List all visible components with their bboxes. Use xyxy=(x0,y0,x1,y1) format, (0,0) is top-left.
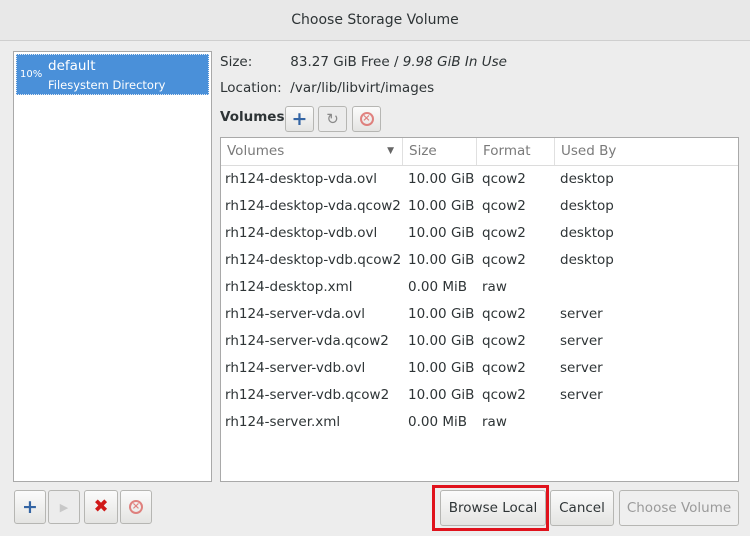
volume-used-by-cell: desktop xyxy=(560,225,614,241)
storage-pool-list[interactable]: 10% default Filesystem Directory xyxy=(13,51,212,482)
volume-size-cell: 10.00 GiB xyxy=(408,225,475,241)
volume-format-cell: qcow2 xyxy=(482,387,526,403)
table-row[interactable]: rh124-server-vdb.ovl 10.00 GiB qcow2 server xyxy=(221,355,738,382)
volume-size-cell: 0.00 MiB xyxy=(408,279,468,295)
volume-used-by-cell: server xyxy=(560,360,603,376)
volume-used-by-cell: desktop xyxy=(560,198,614,214)
delete-pool-button[interactable]: ✖ xyxy=(84,490,118,524)
table-row[interactable]: rh124-server.xml 0.00 MiB raw xyxy=(221,409,738,436)
table-row[interactable]: rh124-desktop-vda.qcow2 10.00 GiB qcow2 des… xyxy=(221,193,738,220)
refresh-volumes-button[interactable]: ↻ xyxy=(318,106,347,132)
location-value: /var/lib/libvirt/images xyxy=(290,80,435,96)
start-pool-button[interactable]: ▶ xyxy=(48,490,80,524)
table-row[interactable]: rh124-desktop-vdb.qcow2 10.00 GiB qcow2 des… xyxy=(221,247,738,274)
sort-descending-icon: ▼ xyxy=(387,146,394,156)
delete-icon: × xyxy=(359,112,374,126)
table-row[interactable]: rh124-server-vda.ovl 10.00 GiB qcow2 server xyxy=(221,301,738,328)
size-in-use: 9.98 GiB In Use xyxy=(402,54,507,70)
browse-local-button[interactable]: Browse Local xyxy=(440,490,546,526)
volume-size-cell: 10.00 GiB xyxy=(408,171,475,187)
volume-size-cell: 10.00 GiB xyxy=(408,387,475,403)
table-row[interactable]: rh124-desktop.xml 0.00 MiB raw xyxy=(221,274,738,301)
add-pool-icon: + xyxy=(22,495,38,518)
delete-pool-icon: ✖ xyxy=(93,496,109,517)
volume-name-cell: rh124-desktop.xml xyxy=(225,279,353,295)
pool-item-default[interactable]: 10% default Filesystem Directory xyxy=(16,54,209,95)
add-pool-button[interactable]: + xyxy=(14,490,46,524)
volume-name-cell: rh124-server-vdb.ovl xyxy=(225,360,366,376)
table-row[interactable]: rh124-desktop-vda.ovl 10.00 GiB qcow2 deskt… xyxy=(221,166,738,193)
table-header: Volumes ▼ Size Format Used By xyxy=(221,138,738,166)
volume-name-cell: rh124-server.xml xyxy=(225,414,341,430)
volume-name-cell: rh124-desktop-vda.qcow2 xyxy=(225,198,401,214)
volume-size-cell: 0.00 MiB xyxy=(408,414,468,430)
window-titlebar: Choose Storage Volume xyxy=(0,0,750,41)
pool-location-row: Location: /var/lib/libvirt/images xyxy=(220,80,434,96)
table-row[interactable]: rh124-server-vdb.qcow2 10.00 GiB qcow2 serv… xyxy=(221,382,738,409)
volumes-table[interactable]: Volumes ▼ Size Format Used By rh124-desk… xyxy=(220,137,739,482)
window-title: Choose Storage Volume xyxy=(291,12,459,28)
table-row[interactable]: rh124-desktop-vdb.ovl 10.00 GiB qcow2 deskt… xyxy=(221,220,738,247)
volume-size-cell: 10.00 GiB xyxy=(408,198,475,214)
refresh-icon: ↻ xyxy=(326,109,339,128)
volume-format-cell: raw xyxy=(482,279,507,295)
location-label: Location: xyxy=(220,80,282,96)
pool-size-row: Size: 83.27 GiB Free / 9.98 GiB In Use xyxy=(220,54,507,70)
volume-used-by-cell: server xyxy=(560,387,603,403)
volume-name-cell: rh124-desktop-vda.ovl xyxy=(225,171,377,187)
volume-format-cell: qcow2 xyxy=(482,306,526,322)
volume-name-cell: rh124-desktop-vdb.ovl xyxy=(225,225,378,241)
volume-size-cell: 10.00 GiB xyxy=(408,333,475,349)
volume-size-cell: 10.00 GiB xyxy=(408,306,475,322)
volume-format-cell: qcow2 xyxy=(482,360,526,376)
column-header-format[interactable]: Format xyxy=(477,138,555,165)
pool-type: Filesystem Directory xyxy=(48,78,166,92)
volume-format-cell: qcow2 xyxy=(482,225,526,241)
volume-name-cell: rh124-server-vda.ovl xyxy=(225,306,366,322)
volume-used-by-cell xyxy=(555,409,738,436)
add-icon: + xyxy=(291,107,308,130)
volume-format-cell: qcow2 xyxy=(482,171,526,187)
table-row[interactable]: rh124-server-vda.qcow2 10.00 GiB qcow2 serv… xyxy=(221,328,738,355)
volume-used-by-cell: desktop xyxy=(560,252,614,268)
start-pool-icon: ▶ xyxy=(59,500,69,514)
delete-volume-button[interactable]: × xyxy=(352,106,381,132)
volume-used-by-cell: server xyxy=(560,333,603,349)
cancel-button[interactable]: Cancel xyxy=(550,490,614,526)
volumes-section-label: Volumes xyxy=(220,109,285,125)
column-header-used-by[interactable]: Used By xyxy=(555,138,738,165)
stop-pool-icon: × xyxy=(129,500,143,514)
volume-format-cell: qcow2 xyxy=(482,198,526,214)
column-header-size[interactable]: Size xyxy=(403,138,477,165)
stop-pool-button[interactable]: × xyxy=(120,490,152,524)
size-free: 83.27 GiB Free / xyxy=(290,54,403,70)
pool-name: default xyxy=(48,58,96,74)
volume-format-cell: qcow2 xyxy=(482,333,526,349)
volume-used-by-cell: server xyxy=(560,306,603,322)
volume-name-cell: rh124-server-vdb.qcow2 xyxy=(225,387,390,403)
volume-used-by-cell: desktop xyxy=(560,171,614,187)
volume-name-cell: rh124-desktop-vdb.qcow2 xyxy=(225,252,402,268)
volume-name-cell: rh124-server-vda.qcow2 xyxy=(225,333,389,349)
choose-volume-button[interactable]: Choose Volume xyxy=(619,490,739,526)
column-header-volumes[interactable]: Volumes ▼ xyxy=(221,138,403,165)
volume-used-by-cell xyxy=(555,274,738,301)
volume-size-cell: 10.00 GiB xyxy=(408,252,475,268)
table-body: rh124-desktop-vda.ovl 10.00 GiB qcow2 deskt… xyxy=(221,166,738,436)
volume-format-cell: raw xyxy=(482,414,507,430)
add-volume-button[interactable]: + xyxy=(285,106,314,132)
volume-format-cell: qcow2 xyxy=(482,252,526,268)
pool-usage-percent: 10% xyxy=(20,69,43,80)
volume-size-cell: 10.00 GiB xyxy=(408,360,475,376)
size-label: Size: xyxy=(220,54,253,70)
